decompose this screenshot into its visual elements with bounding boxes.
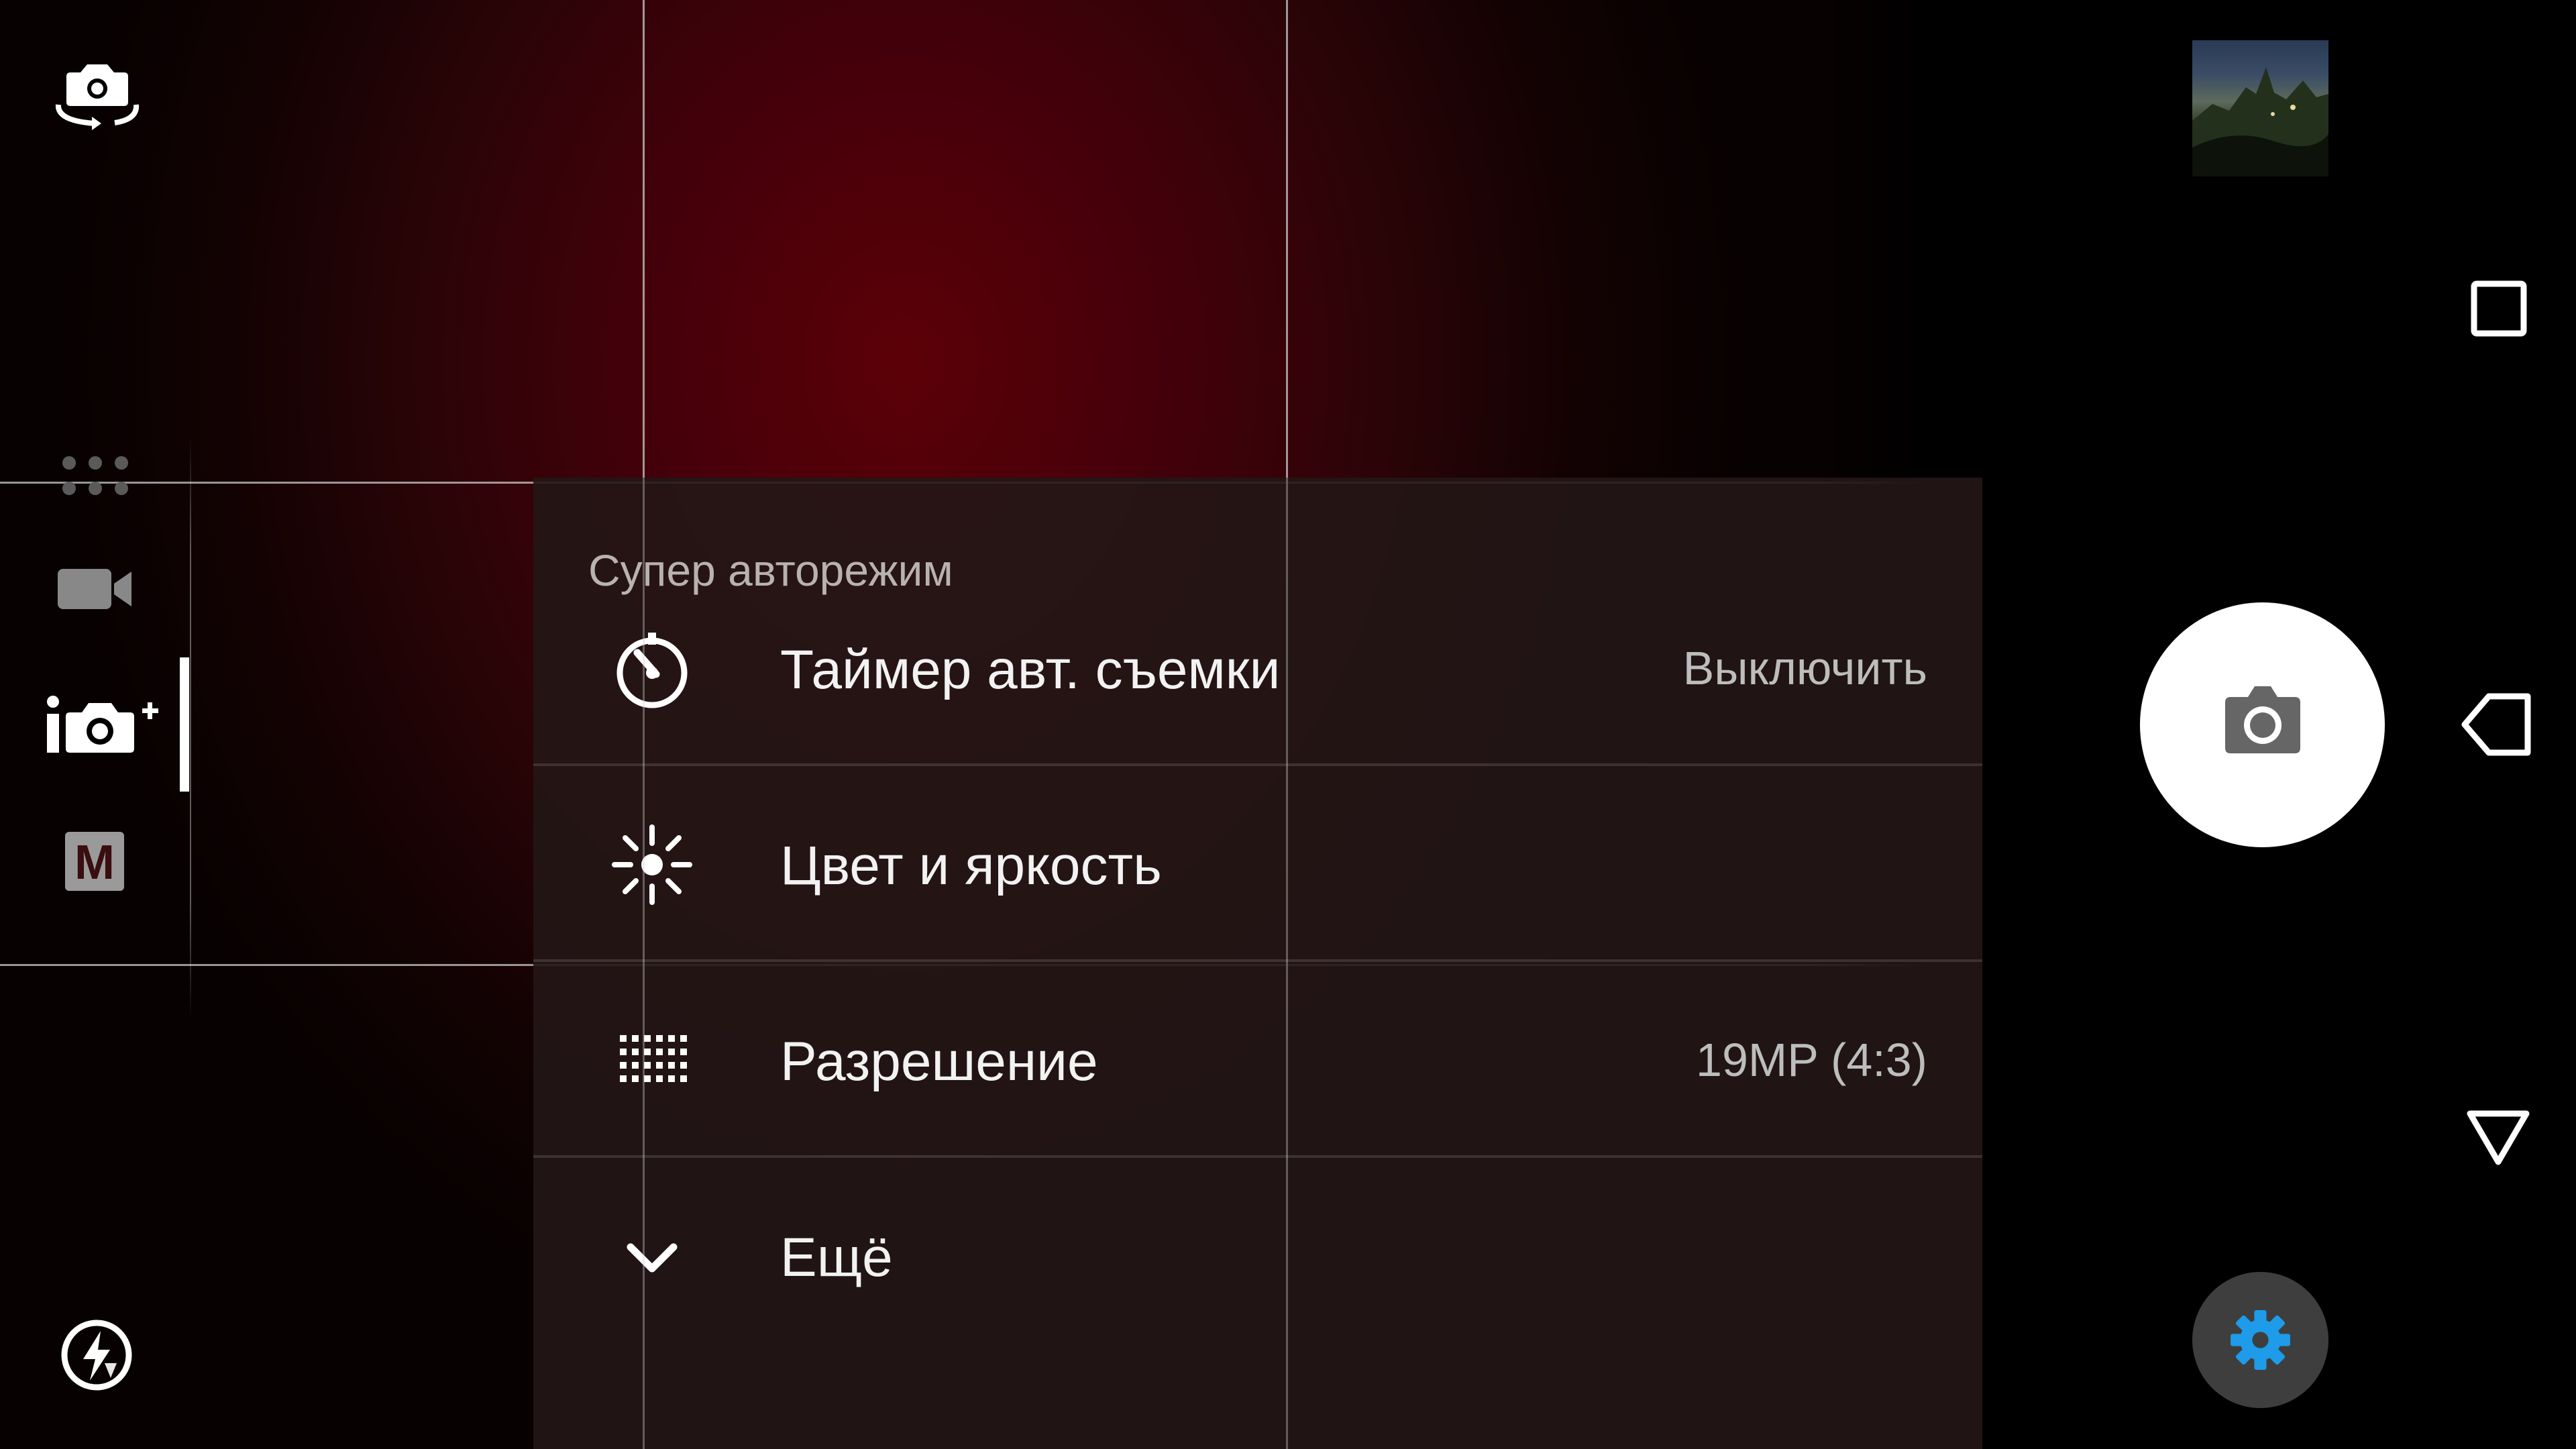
gear-icon (2231, 1310, 2290, 1370)
setting-label: Ещё (780, 1227, 893, 1288)
more-modes-icon[interactable] (59, 453, 133, 500)
setting-row-color-brightness[interactable]: Цвет и яркость (533, 767, 1982, 962)
mode-divider (190, 436, 191, 1020)
flash-auto-icon[interactable] (58, 1316, 136, 1394)
grid-line (1286, 478, 1288, 1449)
grid-line (643, 478, 645, 1449)
setting-row-resolution[interactable]: Разрешение 19MP (4:3) (533, 963, 1982, 1158)
setting-label: Разрешение (780, 1031, 1098, 1092)
setting-value: Выключить (1682, 642, 1927, 694)
gallery-thumbnail[interactable] (2192, 40, 2328, 176)
chevron-down-icon (610, 1215, 694, 1298)
shutter-button[interactable] (2140, 602, 2385, 847)
manual-mode-icon[interactable]: M (64, 830, 125, 892)
resolution-grid-icon (610, 1019, 694, 1102)
back-icon[interactable] (2459, 691, 2533, 758)
recents-square-icon[interactable] (2469, 278, 2529, 339)
self-timer-icon (610, 627, 694, 710)
setting-label: Таймер авт. съемки (780, 639, 1281, 700)
home-triangle-icon[interactable] (2465, 1107, 2532, 1167)
selected-mode-indicator (180, 657, 189, 792)
superior-auto-icon[interactable] (42, 692, 159, 759)
camera-screen: M Супер авторежим Таймер авт. съемки Вык… (0, 0, 2576, 1449)
camera-icon (2225, 686, 2300, 753)
setting-label: Цвет и яркость (780, 835, 1162, 896)
setting-row-more[interactable]: Ещё (533, 1159, 1982, 1354)
settings-panel: Супер авторежим Таймер авт. съемки Выклю… (533, 478, 1982, 1449)
row-divider (533, 763, 1982, 766)
row-divider (533, 1155, 1982, 1158)
brightness-icon (610, 823, 694, 906)
video-camera-icon[interactable] (55, 562, 136, 616)
setting-row-self-timer[interactable]: Таймер авт. съемки Выключить (533, 572, 1982, 766)
row-divider (533, 959, 1982, 962)
switch-camera-icon[interactable] (50, 60, 144, 134)
setting-value: 19MP (4:3) (1696, 1034, 1927, 1086)
manual-mode-letter: M (74, 836, 115, 890)
settings-button[interactable] (2192, 1272, 2328, 1408)
